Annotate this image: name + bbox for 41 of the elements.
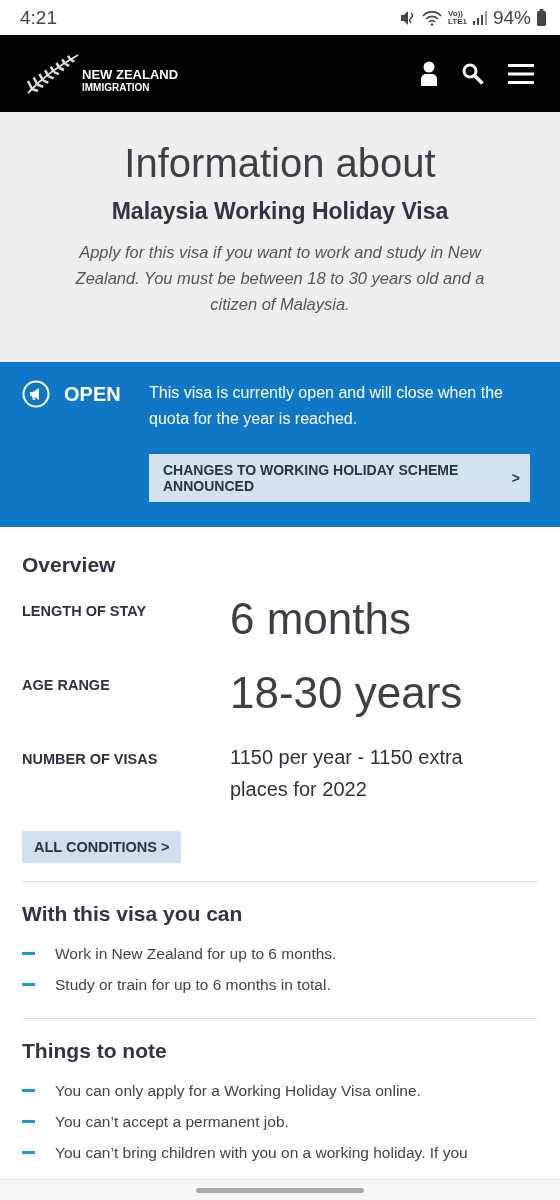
home-handle[interactable] — [196, 1187, 364, 1193]
section-heading: Overview — [22, 553, 117, 577]
detail-value: 6 months — [230, 593, 412, 645]
logo-subtext: IMMIGRATION — [82, 80, 151, 94]
dash-icon — [22, 983, 35, 986]
search-icon[interactable] — [462, 62, 484, 85]
section-heading: Things to note — [22, 1039, 168, 1063]
network-label: Vo)) LTE1 — [448, 9, 467, 26]
fern-icon — [26, 52, 80, 95]
menu-icon[interactable] — [508, 63, 534, 84]
list-item-text: You can’t bring children with you on a working holiday. If you — [55, 1143, 468, 1162]
dash-icon — [22, 1120, 35, 1123]
signal-icon — [472, 10, 487, 25]
status-message: This visa is currently open and will close when the quota for the year is reached. — [149, 383, 504, 429]
logo-text: NEW ZEALAND — [82, 67, 179, 81]
section-heading: With this visa you can — [22, 902, 244, 926]
list-item-text: You can’t accept a permanent job. — [55, 1112, 289, 1131]
mute-icon — [400, 9, 416, 26]
list-item-text: You can only apply for a Working Holiday Visa online. — [55, 1081, 421, 1100]
detail-label: AGE RANGE — [22, 676, 111, 693]
status-label: OPEN — [64, 382, 121, 406]
all-conditions-button[interactable]: ALL CONDITIONS > — [22, 831, 182, 863]
announcement-link[interactable]: CHANGES TO WORKING HOLIDAY SCHEME ANNOUNCED > — [149, 454, 530, 502]
detail-value: 18-30 years — [230, 667, 464, 719]
battery-percent: 94% — [492, 6, 531, 29]
user-icon[interactable] — [420, 61, 438, 86]
list-item-text: Work in New Zealand for up to 6 months. — [55, 944, 337, 963]
list-item-text: Study or train for up to 6 months in total. — [55, 975, 331, 994]
dash-icon — [22, 952, 35, 955]
hero-kicker: Information about — [124, 140, 436, 186]
visa-title: Malaysia Working Holiday Visa — [111, 198, 449, 225]
dash-icon — [22, 1151, 35, 1154]
visa-description: Apply for this visa if you want to work and study in New Zealand. You must be between 18 to 30 years old and a citizen of Malaysia. — [74, 242, 486, 315]
detail-label: NUMBER OF VISAS — [22, 750, 159, 767]
dash-icon — [22, 1089, 35, 1092]
detail-value: 1150 per year - 1150 extra places for 2022 — [230, 745, 464, 802]
detail-label: LENGTH OF STAY — [22, 602, 148, 619]
megaphone-icon — [22, 380, 50, 408]
battery-icon — [537, 9, 546, 26]
status-time: 4:21 — [20, 6, 57, 29]
wifi-icon — [422, 9, 442, 26]
